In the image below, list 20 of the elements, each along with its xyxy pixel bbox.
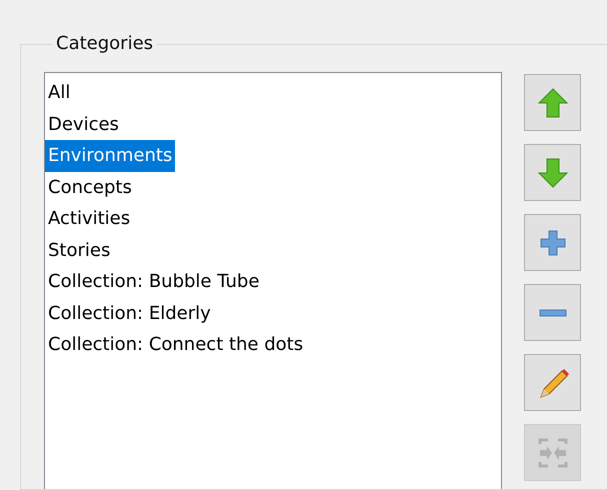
group-title: Categories (55, 32, 154, 56)
category-item[interactable]: Activities (45, 203, 134, 234)
category-item[interactable]: Devices (45, 108, 122, 140)
minus-icon (538, 308, 566, 316)
category-item[interactable]: Stories (45, 234, 114, 266)
category-item[interactable]: Collection: Elderly (45, 298, 214, 329)
remove-button[interactable] (524, 284, 581, 341)
arrow-up-icon (536, 86, 570, 120)
merge-icon (536, 436, 570, 470)
edit-button[interactable] (524, 354, 581, 411)
move-down-button[interactable] (524, 144, 581, 201)
category-item[interactable]: Collection: Bubble Tube (45, 266, 262, 298)
move-up-button[interactable] (524, 74, 581, 131)
category-list[interactable]: All Devices Environments Concepts Activities Stories Collection: Bubble Tube Collection: Elderly Collection: Connect the dots (44, 72, 502, 489)
arrow-down-icon (536, 156, 570, 190)
category-item[interactable]: All (45, 77, 74, 108)
category-item[interactable]: Environments (45, 140, 176, 172)
category-item[interactable]: Concepts (45, 172, 135, 203)
add-button[interactable] (524, 214, 581, 271)
category-item[interactable]: Collection: Connect the dots (45, 329, 306, 360)
